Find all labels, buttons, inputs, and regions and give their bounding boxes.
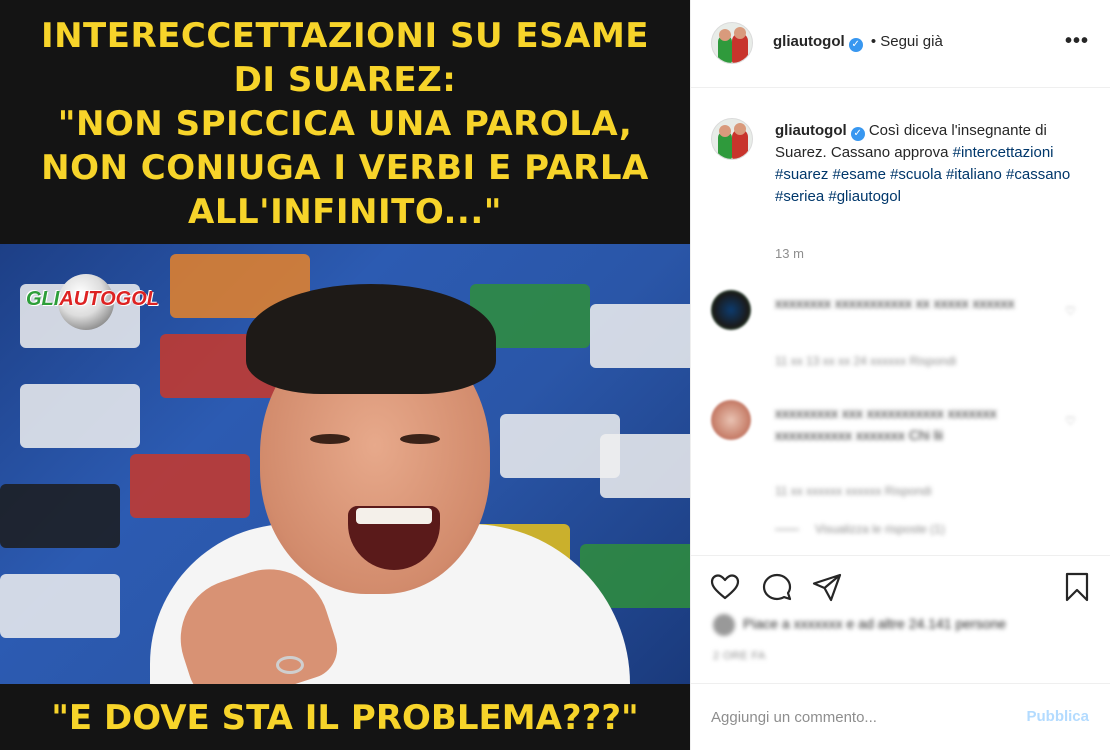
hashtag[interactable]: #suarez xyxy=(775,166,828,183)
sponsor-board xyxy=(0,484,120,548)
press-conference-photo: GLIAUTOGOL xyxy=(0,244,690,684)
profile-avatar[interactable] xyxy=(711,22,753,64)
caption-text-block: gliautogol ✓ Così diceva l'insegnante di … xyxy=(775,120,1085,208)
comment-meta[interactable]: 11 xx xxxxxx xxxxxx Rispondi xyxy=(775,484,932,498)
more-options-icon[interactable]: ••• xyxy=(1065,30,1089,53)
comment-input[interactable] xyxy=(711,704,1011,730)
comments-section[interactable]: gliautogol ✓ Così diceva l'insegnante di … xyxy=(691,88,1110,556)
sponsor-board xyxy=(20,384,140,448)
likes-summary[interactable]: Piace a xxxxxxx e ad altre 24.141 person… xyxy=(713,614,1006,636)
hashtag[interactable]: #cassano xyxy=(1006,166,1070,183)
hashtag[interactable]: #italiano xyxy=(946,166,1002,183)
hashtag[interactable]: #seriea xyxy=(775,188,824,205)
save-bookmark-icon[interactable] xyxy=(1061,571,1093,603)
header-user-line: gliautogol ✓ • Segui già xyxy=(773,33,943,52)
sponsor-board xyxy=(600,434,690,498)
view-replies-link[interactable]: Visualizza le risposte (1) xyxy=(775,522,945,536)
comment-text: xxxxxxxxx xxx xxxxxxxxxxx xxxxxxx xxxxxx… xyxy=(775,405,997,443)
watermark-text: GLIAUTOGOL xyxy=(26,288,159,310)
hashtag[interactable]: #intercettazioni xyxy=(953,144,1054,161)
caption-timestamp[interactable]: 13 m xyxy=(775,246,804,261)
meme-top-band: INTERECCETTAZIONI SU ESAME DI SUAREZ: "N… xyxy=(0,0,690,244)
hashtag[interactable]: #esame xyxy=(833,166,886,183)
post-image[interactable]: INTERECCETTAZIONI SU ESAME DI SUAREZ: "N… xyxy=(0,0,690,750)
share-paper-plane-icon[interactable] xyxy=(811,571,843,603)
hashtag[interactable]: #gliautogol xyxy=(828,188,901,205)
gliautogol-watermark-logo: GLIAUTOGOL xyxy=(26,272,159,332)
verified-badge-icon: ✓ xyxy=(850,127,865,141)
like-heart-icon[interactable] xyxy=(709,571,741,603)
comment-like-heart-icon[interactable]: ♡ xyxy=(1065,414,1079,428)
post-header: gliautogol ✓ • Segui già ••• xyxy=(691,0,1110,88)
comment-text: xxxxxxxx xxxxxxxxxxx xx xxxxx xxxxxx xyxy=(775,295,1015,311)
post-timestamp[interactable]: 2 ORE FA xyxy=(713,650,766,662)
meme-top-caption: INTERECCETTAZIONI SU ESAME DI SUAREZ: "N… xyxy=(40,16,650,232)
caption-username[interactable]: gliautogol xyxy=(775,122,847,139)
commenter-avatar[interactable] xyxy=(711,290,751,330)
comment-bubble-icon[interactable] xyxy=(761,571,793,603)
comment-like-heart-icon[interactable]: ♡ xyxy=(1065,304,1079,318)
header-username[interactable]: gliautogol xyxy=(773,33,845,50)
meme-bottom-band: "E DOVE STA IL PROBLEMA???" xyxy=(0,684,690,750)
caption-avatar[interactable] xyxy=(711,118,753,160)
liker-avatar xyxy=(713,614,735,636)
sponsor-board xyxy=(0,574,120,638)
verified-badge-icon: ✓ xyxy=(848,38,863,52)
following-button[interactable]: • Segui già xyxy=(871,33,943,50)
add-comment-bar: Pubblica xyxy=(691,683,1110,750)
action-bar xyxy=(691,557,1110,613)
comment-meta[interactable]: 11 xx 13 xx xx 24 xxxxxx Rispondi xyxy=(775,354,956,368)
meme-bottom-caption: "E DOVE STA IL PROBLEMA???" xyxy=(51,698,639,738)
laughing-player xyxy=(150,284,630,684)
commenter-avatar[interactable] xyxy=(711,400,751,440)
publish-button[interactable]: Pubblica xyxy=(1026,708,1089,725)
hashtag[interactable]: #scuola xyxy=(890,166,942,183)
post-side-panel: gliautogol ✓ • Segui già ••• gliautogol ✓ … xyxy=(690,0,1110,750)
